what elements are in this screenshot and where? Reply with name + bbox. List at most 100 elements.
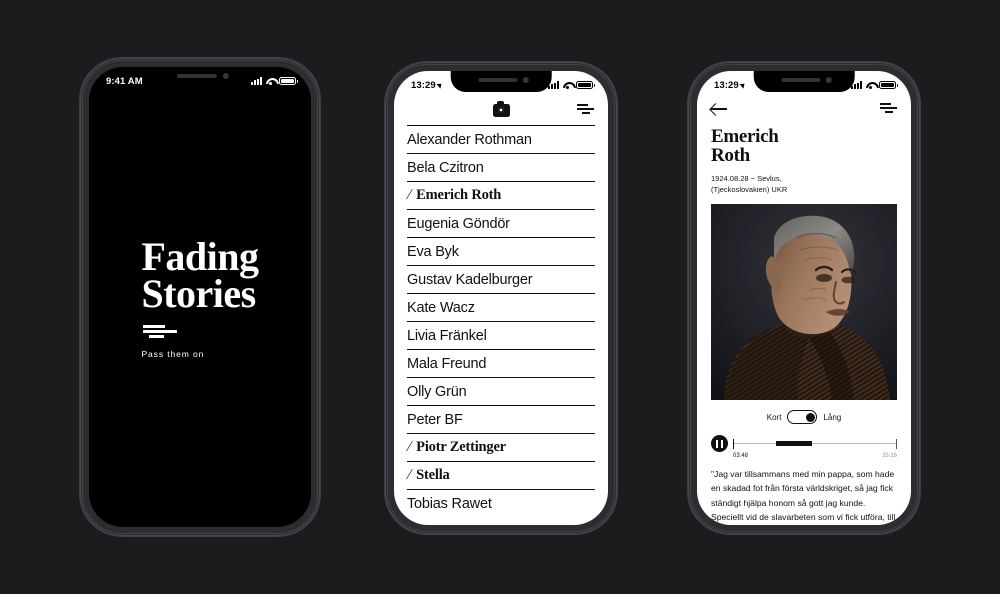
filter-icon[interactable]	[577, 104, 594, 116]
status-time: 9:41 AM	[106, 75, 143, 87]
battery-icon	[879, 80, 898, 90]
length-toggle-row: Kort Lång	[711, 410, 897, 425]
audio-player	[711, 435, 897, 453]
list-item[interactable]: Livia Fränkel	[407, 321, 595, 349]
transcript-quote: "Jag var tillsammans med min pappa, som …	[711, 469, 896, 522]
front-camera	[523, 77, 530, 83]
back-arrow-icon[interactable]	[711, 103, 727, 115]
list-item-label: Bela Czitron	[407, 159, 484, 176]
slash-icon: /	[405, 439, 414, 455]
audio-scrubber[interactable]	[733, 437, 897, 451]
page-title: Emerich Roth	[711, 127, 897, 166]
list-item-label: Livia Fränkel	[407, 327, 487, 344]
list-item[interactable]: / Emerich Roth	[405, 181, 595, 209]
status-time-group: 13:29	[714, 79, 747, 91]
front-camera	[223, 73, 230, 79]
location-arrow-icon	[739, 81, 747, 89]
app-logo: Fading Stories	[141, 233, 259, 316]
slash-icon: /	[405, 187, 414, 203]
list-app-bar	[394, 95, 608, 125]
logo-block: Fading Stories Pass them on	[141, 233, 259, 360]
list-item[interactable]: Eugenia Göndör	[407, 209, 595, 237]
list-item[interactable]: Eva Byk	[407, 237, 595, 265]
pause-button[interactable]	[711, 435, 728, 453]
notch	[753, 71, 855, 92]
title-line-1: Emerich	[711, 126, 779, 147]
portrait-illustration	[711, 204, 897, 401]
detail-content: Emerich Roth 1924.08.28 ~ Sevlus, (Tjeck…	[697, 95, 911, 525]
notch	[147, 67, 253, 88]
list-item[interactable]: Peter BF	[407, 405, 595, 433]
logo-bars-icon	[143, 325, 178, 340]
camera-icon[interactable]	[492, 100, 510, 117]
phone-list: 13:29 Alexander Rothman Bela Czitron / Emer…	[385, 62, 617, 534]
detail-screen: 13:29 Emerich Roth 1924.08.28 ~ Sevlus, …	[697, 71, 911, 525]
title-line-2: Roth	[711, 145, 750, 167]
current-time: 03:48	[733, 453, 749, 460]
list-item-label: Emerich Roth	[416, 187, 502, 203]
detail-app-bar	[711, 95, 897, 123]
list-item-label: Olly Grün	[407, 383, 467, 400]
meta-line-1: 1924.08.28 ~ Sevlus,	[711, 173, 782, 183]
list-item-label: Tobias Rawet	[407, 495, 492, 512]
list-item[interactable]: Tobias Rawet	[407, 489, 595, 517]
list-item-label: Alexander Rothman	[407, 131, 532, 148]
filter-icon[interactable]	[880, 103, 897, 115]
list-item[interactable]: / Stella	[405, 461, 595, 489]
toggle-knob	[805, 412, 816, 423]
list-item[interactable]: Mala Freund	[407, 349, 595, 377]
status-time: 13:29	[411, 79, 436, 91]
splash-screen: 9:41 AM Fading Stories Pass them on	[89, 67, 311, 527]
logo-line-1: Fading	[141, 233, 259, 279]
scrubber-end-tick	[895, 438, 897, 449]
list-item-label: Kate Wacz	[407, 299, 475, 316]
toggle-label-long: Lång	[823, 412, 842, 422]
scrubber-start-tick	[733, 438, 735, 449]
wifi-icon	[562, 81, 573, 89]
battery-icon	[576, 80, 595, 90]
audio-times: 03:48 35:16	[711, 453, 897, 459]
wifi-icon	[865, 81, 876, 89]
scrubber-progress	[775, 441, 812, 447]
total-time: 35:16	[881, 453, 897, 460]
status-indicators	[548, 80, 595, 90]
person-meta: 1924.08.28 ~ Sevlus, (Tjeckoslovakien) U…	[711, 173, 897, 196]
wifi-icon	[265, 77, 276, 85]
list-item-label: Piotr Zettinger	[416, 439, 506, 455]
status-time-group: 13:29	[411, 79, 444, 91]
list-item-label: Gustav Kadelburger	[407, 271, 533, 288]
earpiece-speaker	[478, 78, 518, 82]
earpiece-speaker	[177, 74, 217, 78]
list-item-label: Eugenia Göndör	[407, 215, 510, 232]
battery-icon	[279, 76, 298, 86]
length-toggle-switch[interactable]	[787, 410, 818, 425]
list-item-label: Peter BF	[407, 411, 463, 428]
cellular-signal-icon	[251, 77, 262, 85]
status-time-group: 9:41 AM	[106, 76, 143, 87]
list-item[interactable]: Kate Wacz	[407, 293, 595, 321]
list-item[interactable]: Olly Grün	[407, 377, 595, 405]
phone-detail: 13:29 Emerich Roth 1924.08.28 ~ Sevlus, …	[688, 62, 920, 534]
logo-line-2: Stories	[141, 270, 256, 316]
list-screen: 13:29 Alexander Rothman Bela Czitron / Emer…	[394, 71, 608, 525]
splash-content: Fading Stories Pass them on	[89, 69, 311, 527]
notch	[450, 71, 552, 92]
name-list[interactable]: Alexander Rothman Bela Czitron / Emerich Ro…	[394, 125, 608, 517]
list-item-label: Stella	[416, 467, 450, 483]
list-item[interactable]: Gustav Kadelburger	[407, 265, 595, 293]
list-item[interactable]: / Piotr Zettinger	[405, 433, 595, 461]
list-item[interactable]: Bela Czitron	[407, 153, 595, 181]
status-time: 13:29	[714, 79, 739, 91]
meta-line-2: (Tjeckoslovakien) UKR	[711, 185, 788, 194]
phone-splash: 9:41 AM Fading Stories Pass them on	[80, 58, 320, 536]
portrait-photo	[711, 204, 897, 401]
screenshot-stage: 9:41 AM Fading Stories Pass them on 13:2…	[0, 0, 1000, 594]
earpiece-speaker	[781, 78, 821, 82]
toggle-label-short: Kort	[766, 412, 782, 422]
slash-icon: /	[405, 467, 414, 483]
app-tagline: Pass them on	[141, 349, 205, 360]
list-item-label: Mala Freund	[407, 355, 487, 372]
list-item-label: Eva Byk	[407, 243, 459, 260]
list-item[interactable]: Alexander Rothman	[407, 125, 595, 153]
status-indicators	[851, 80, 898, 90]
